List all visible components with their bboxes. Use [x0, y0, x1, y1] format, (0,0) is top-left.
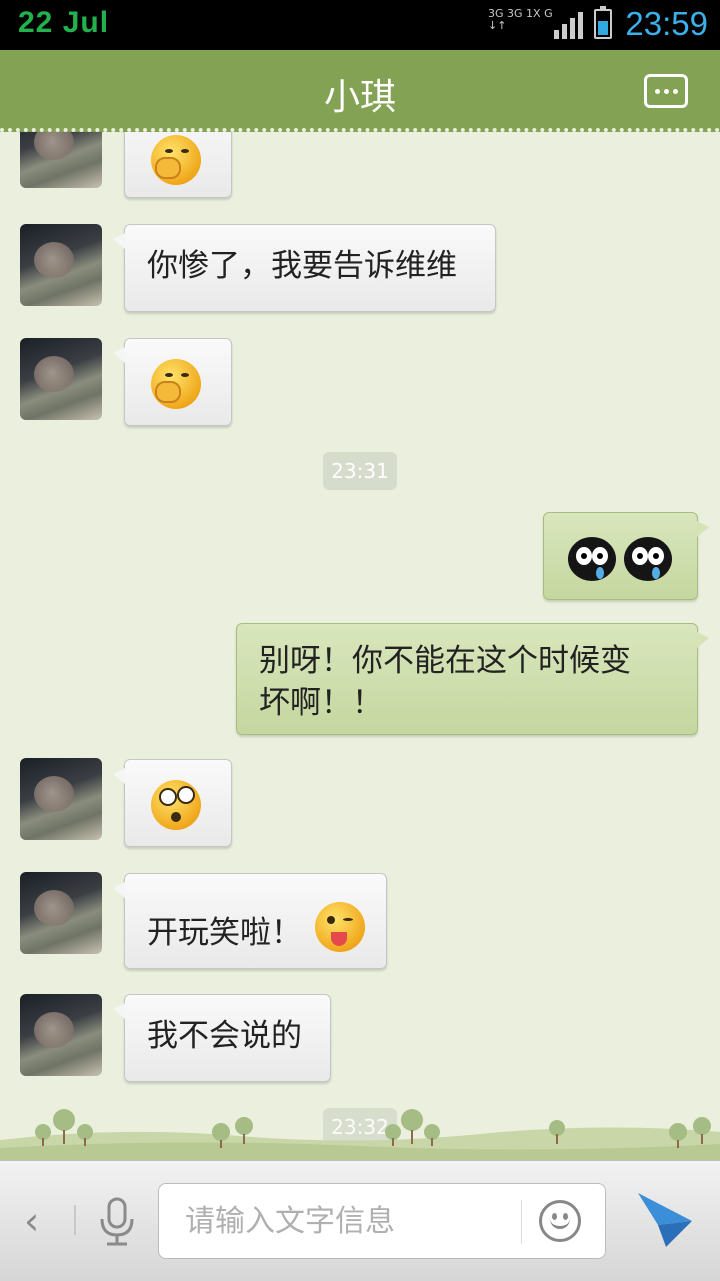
status-bar: 22 Jul 3G 3G 1X G ↓↑ 23:59 — [0, 0, 720, 50]
message-bubble-emoji[interactable] — [113, 759, 232, 847]
back-button[interactable]: ‹ — [24, 1199, 39, 1243]
ground-decoration — [0, 1109, 720, 1160]
input-bar: ‹ — [0, 1160, 720, 1281]
title-bar: 小琪 — [0, 50, 720, 132]
contact-avatar[interactable] — [20, 758, 102, 840]
message-text: 你惨了，我要告诉维维 — [147, 248, 457, 284]
status-date: 22 Jul — [18, 6, 110, 39]
divider — [521, 1200, 522, 1244]
message-input-box[interactable] — [158, 1183, 606, 1259]
more-options-button[interactable] — [644, 74, 688, 108]
emoji-smile-icon[interactable] — [539, 1200, 581, 1242]
message-bubble-emoji[interactable] — [124, 132, 232, 198]
chat-area[interactable]: 你惨了，我要告诉维维 23:31 别呀！你不能在这个时候变 坏啊！！ 开玩笑啦！… — [0, 132, 720, 1160]
message-text: 开玩笑啦！ — [147, 915, 302, 951]
dizzy-face-icon — [151, 780, 201, 830]
shy-face-icon — [151, 135, 201, 185]
message-input[interactable] — [183, 1198, 507, 1244]
shy-face-icon — [151, 359, 201, 409]
message-bubble[interactable]: 开玩笑啦！ — [113, 873, 387, 969]
crying-black-face-icon — [568, 537, 616, 581]
network-indicator: 3G 3G 1X G ↓↑ — [488, 7, 553, 32]
signal-icon — [554, 12, 583, 39]
message-text: 别呀！你不能在这个时候变 坏啊！！ — [259, 643, 631, 721]
contact-avatar[interactable] — [20, 132, 102, 188]
contact-avatar[interactable] — [20, 994, 102, 1076]
message-bubble-emoji[interactable] — [113, 338, 232, 426]
message-timestamp: 23:31 — [323, 452, 397, 490]
send-icon[interactable] — [636, 1191, 694, 1249]
message-bubble-emoji-outgoing[interactable] — [543, 512, 709, 600]
tongue-wink-face-icon — [315, 902, 365, 952]
message-bubble[interactable]: 你惨了，我要告诉维维 — [113, 224, 496, 312]
more-dots-icon — [655, 89, 660, 94]
crying-black-face-icon — [624, 537, 672, 581]
status-time: 23:59 — [625, 5, 708, 42]
message-bubble-outgoing[interactable]: 别呀！你不能在这个时候变 坏啊！！ — [236, 623, 709, 735]
message-text: 我不会说的 — [147, 1018, 302, 1054]
message-bubble[interactable]: 我不会说的 — [113, 994, 331, 1082]
contact-avatar[interactable] — [20, 224, 102, 306]
microphone-icon[interactable] — [98, 1197, 136, 1247]
divider — [74, 1205, 76, 1235]
battery-icon — [594, 6, 612, 39]
contact-avatar[interactable] — [20, 872, 102, 954]
page-title: 小琪 — [323, 77, 396, 118]
contact-avatar[interactable] — [20, 338, 102, 420]
